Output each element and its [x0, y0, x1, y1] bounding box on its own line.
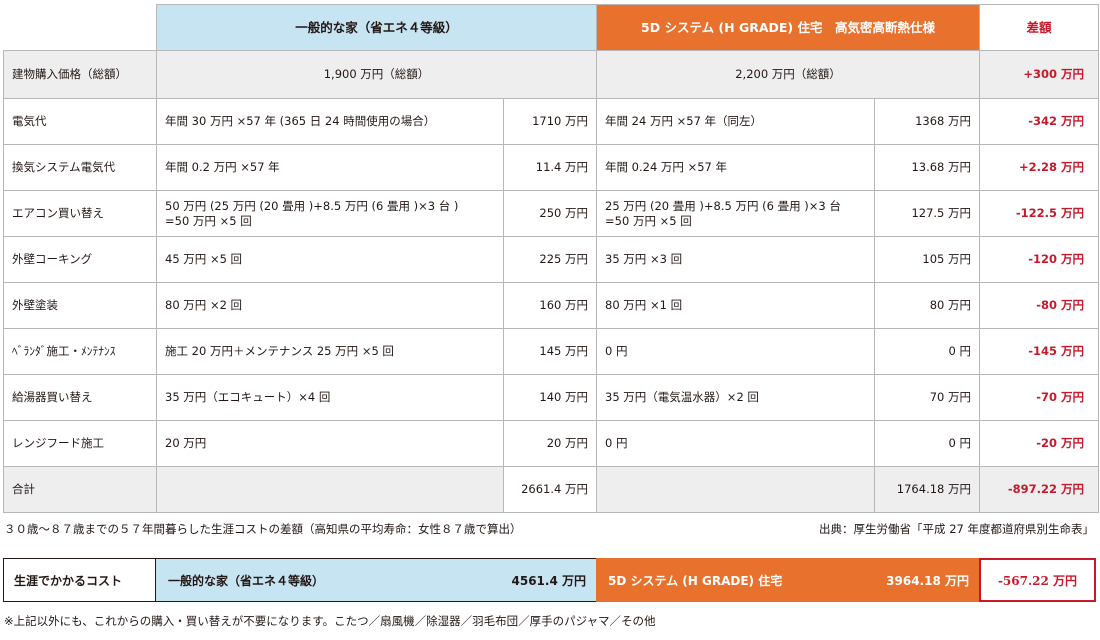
price-normal: 1,900 万円（総額） — [155, 50, 598, 99]
total-5d-value: 1764.18 万円 — [874, 466, 981, 513]
row-normal-desc: 35 万円（エコキュート）×4 回 — [156, 374, 504, 421]
total-normal-desc — [156, 466, 504, 513]
table-row: 換気システム電気代 年間 0.2 万円 ×57 年 11.4 万円 年間 0.2… — [3, 144, 1100, 191]
summary-5d: 5D システム (H GRADE) 住宅 3964.18 万円 — [596, 558, 979, 602]
header-row: 一般的な家（省エネ４等級） 5D システム (H GRADE) 住宅 高気密高断… — [3, 4, 1100, 51]
row-5d-desc: 80 万円 ×1 回 — [596, 282, 876, 329]
row-5d-desc: 35 万円 ×3 回 — [596, 236, 876, 283]
table-row: ﾍﾞﾗﾝﾀﾞ施工・ﾒﾝﾃﾅﾝｽ 施工 20 万円＋メンテナンス 25 万円 ×5… — [3, 328, 1100, 375]
total-5d-desc — [596, 466, 876, 513]
source-citation: 出典：厚生労働省「平成 27 年度都道府県別生命表」 — [819, 522, 1094, 536]
row-normal-value: 145 万円 — [502, 328, 598, 375]
total-normal-value: 2661.4 万円 — [502, 466, 598, 513]
row-diff: +2.28 万円 — [979, 144, 1100, 191]
row-label: 外壁塗装 — [3, 282, 157, 329]
row-5d-value: 13.68 万円 — [874, 144, 981, 191]
row-diff: -120 万円 — [979, 236, 1100, 283]
summary-5d-value: 3964.18 万円 — [886, 573, 969, 588]
row-5d-desc: 年間 24 万円 ×57 年（同左） — [596, 98, 876, 145]
cost-comparison-table: 一般的な家（省エネ４等級） 5D システム (H GRADE) 住宅 高気密高断… — [3, 4, 1100, 513]
row-normal-value: 1710 万円 — [502, 98, 598, 145]
row-normal-value: 225 万円 — [502, 236, 598, 283]
table-row: 電気代 年間 30 万円 ×57 年 (365 日 24 時間使用の場合） 17… — [3, 98, 1100, 145]
row-5d-value: 0 円 — [874, 420, 981, 467]
row-diff: -70 万円 — [979, 374, 1100, 421]
row-normal-desc: 45 万円 ×5 回 — [156, 236, 504, 283]
price-5d: 2,200 万円（総額） — [596, 50, 981, 99]
summary-label: 生涯でかかるコスト — [3, 558, 156, 602]
row-5d-value: 70 万円 — [874, 374, 981, 421]
total-row: 合計 2661.4 万円 1764.18 万円 -897.22 万円 — [3, 466, 1100, 513]
summary-normal: 一般的な家（省エネ４等級） 4561.4 万円 — [156, 558, 596, 602]
table-row: エアコン買い替え 50 万円 (25 万円 (20 畳用 )+8.5 万円 (6… — [3, 190, 1100, 237]
row-diff: -20 万円 — [979, 420, 1100, 467]
row-normal-value: 140 万円 — [502, 374, 598, 421]
row-label: ﾍﾞﾗﾝﾀﾞ施工・ﾒﾝﾃﾅﾝｽ — [3, 328, 157, 375]
row-normal-value: 11.4 万円 — [502, 144, 598, 191]
row-normal-value: 160 万円 — [502, 282, 598, 329]
summary-normal-value: 4561.4 万円 — [511, 573, 587, 588]
lifetime-cost-summary: 生涯でかかるコスト 一般的な家（省エネ４等級） 4561.4 万円 5D システ… — [3, 558, 1096, 602]
row-label: レンジフード施工 — [3, 420, 157, 467]
row-5d-desc: 0 円 — [596, 328, 876, 375]
price-label: 建物購入価格（総額） — [3, 50, 157, 99]
price-diff: +300 万円 — [979, 50, 1100, 99]
row-label: 給湯器買い替え — [3, 374, 157, 421]
summary-normal-name: 一般的な家（省エネ４等級） — [168, 573, 325, 588]
row-label: 換気システム電気代 — [3, 144, 157, 191]
row-label: 電気代 — [3, 98, 157, 145]
header-diff: 差額 — [979, 4, 1100, 51]
row-normal-desc: 20 万円 — [156, 420, 504, 467]
header-normal-house: 一般的な家（省エネ４等級） — [155, 4, 598, 51]
row-normal-desc: 施工 20 万円＋メンテナンス 25 万円 ×5 回 — [156, 328, 504, 375]
table-row: レンジフード施工 20 万円 20 万円 0 円 0 円 -20 万円 — [3, 420, 1100, 467]
table-row: 外壁塗装 80 万円 ×2 回 160 万円 80 万円 ×1 回 80 万円 … — [3, 282, 1100, 329]
footnote: ※上記以外にも、これからの購入・買い替えが不要になります。こたつ／扇風機／除湿器… — [4, 614, 656, 628]
row-normal-value: 250 万円 — [502, 190, 598, 237]
summary-5d-name: 5D システム (H GRADE) 住宅 — [608, 573, 783, 588]
row-5d-value: 0 円 — [874, 328, 981, 375]
row-label: 外壁コーキング — [3, 236, 157, 283]
table-row: 給湯器買い替え 35 万円（エコキュート）×4 回 140 万円 35 万円（電… — [3, 374, 1100, 421]
row-5d-value: 1368 万円 — [874, 98, 981, 145]
row-5d-desc: 35 万円（電気温水器）×2 回 — [596, 374, 876, 421]
row-diff: -122.5 万円 — [979, 190, 1100, 237]
total-label: 合計 — [3, 466, 157, 513]
row-5d-desc: 0 円 — [596, 420, 876, 467]
row-label: エアコン買い替え — [3, 190, 157, 237]
row-5d-desc: 年間 0.24 万円 ×57 年 — [596, 144, 876, 191]
row-normal-value: 20 万円 — [502, 420, 598, 467]
row-normal-desc: 年間 0.2 万円 ×57 年 — [156, 144, 504, 191]
row-normal-desc: 80 万円 ×2 回 — [156, 282, 504, 329]
row-5d-value: 80 万円 — [874, 282, 981, 329]
row-normal-desc: 年間 30 万円 ×57 年 (365 日 24 時間使用の場合） — [156, 98, 504, 145]
table-row: 外壁コーキング 45 万円 ×5 回 225 万円 35 万円 ×3 回 105… — [3, 236, 1100, 283]
total-diff: -897.22 万円 — [979, 466, 1100, 513]
summary-diff: -567.22 万円 — [979, 558, 1096, 602]
row-diff: -145 万円 — [979, 328, 1100, 375]
row-5d-desc: 25 万円 (20 畳用 )+8.5 万円 (6 畳用 )×3 台 =50 万円… — [596, 190, 876, 237]
row-diff: -80 万円 — [979, 282, 1100, 329]
row-diff: -342 万円 — [979, 98, 1100, 145]
row-normal-desc: 50 万円 (25 万円 (20 畳用 )+8.5 万円 (6 畳用 )×3 台… — [156, 190, 504, 237]
row-5d-value: 105 万円 — [874, 236, 981, 283]
header-blank — [3, 4, 157, 51]
header-5d-system: 5D システム (H GRADE) 住宅 高気密高断熱仕様 — [596, 4, 981, 51]
lifetime-note: ３０歳～８７歳までの５７年間暮らした生涯コストの差額（高知県の平均寿命：女性８７… — [4, 522, 522, 536]
price-row: 建物購入価格（総額） 1,900 万円（総額） 2,200 万円（総額） +30… — [3, 50, 1100, 99]
row-5d-value: 127.5 万円 — [874, 190, 981, 237]
